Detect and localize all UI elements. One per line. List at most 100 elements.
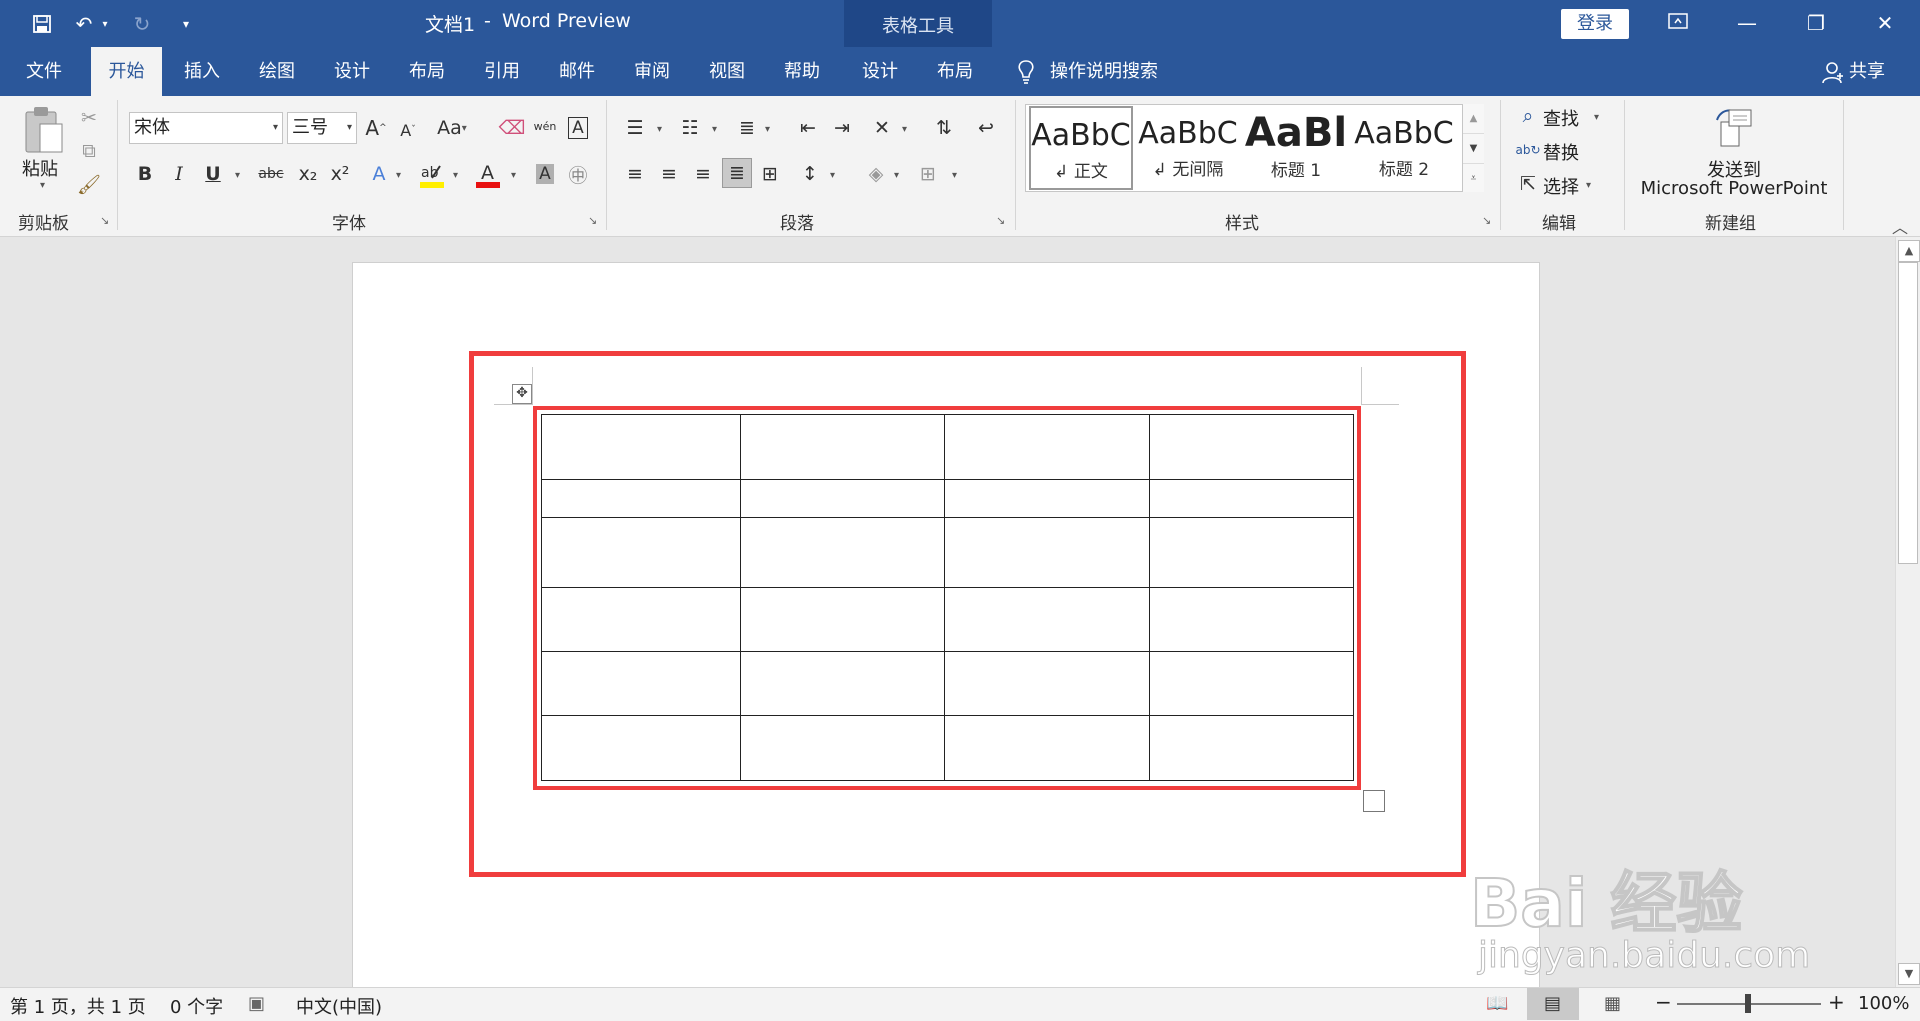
- clear-formatting-icon[interactable]: ⌫: [498, 114, 526, 142]
- scroll-down-icon[interactable]: ▼: [1898, 963, 1920, 985]
- italic-button[interactable]: I: [165, 160, 193, 188]
- replace-button[interactable]: 替换: [1543, 139, 1579, 165]
- table-cell[interactable]: [1149, 651, 1354, 717]
- line-spacing-icon[interactable]: ↕: [796, 160, 824, 188]
- chinese-layout-dropdown-icon[interactable]: ▾: [902, 124, 907, 135]
- undo-icon[interactable]: ↶: [70, 10, 98, 38]
- styles-scroll-down-icon[interactable]: ▼: [1463, 133, 1484, 163]
- highlight-icon[interactable]: ab: [418, 160, 446, 190]
- increase-indent-icon[interactable]: ⇥: [828, 114, 856, 142]
- minimize-icon[interactable]: —: [1724, 8, 1770, 38]
- grow-font-icon[interactable]: A ^: [362, 114, 390, 142]
- chinese-layout-icon[interactable]: ✕: [868, 114, 896, 142]
- bold-button[interactable]: B: [131, 160, 159, 188]
- shading-icon[interactable]: ◈: [862, 160, 890, 188]
- bullets-icon[interactable]: ☰: [621, 114, 649, 142]
- select-dropdown-icon[interactable]: ▾: [1586, 180, 1591, 191]
- align-right-icon[interactable]: ≡: [689, 160, 717, 188]
- decrease-indent-icon[interactable]: ⇤: [794, 114, 822, 142]
- underline-button[interactable]: U: [199, 160, 227, 188]
- table-cell[interactable]: [541, 478, 741, 519]
- font-name-combo[interactable]: 宋体 ▾: [129, 112, 283, 144]
- text-effects-icon[interactable]: A: [365, 160, 393, 188]
- font-color-dropdown-icon[interactable]: ▾: [511, 170, 516, 181]
- enclose-characters-icon[interactable]: ㊥: [564, 160, 592, 188]
- table-cell[interactable]: [944, 478, 1150, 519]
- tab-design[interactable]: 设计: [320, 47, 384, 96]
- table-cell[interactable]: [740, 517, 945, 589]
- multilevel-list-icon[interactable]: ≣: [733, 114, 761, 142]
- zoom-in-button[interactable]: +: [1828, 990, 1845, 1014]
- table-cell[interactable]: [541, 414, 741, 480]
- share-button[interactable]: 共享: [1849, 47, 1889, 96]
- scroll-up-icon[interactable]: ▲: [1898, 240, 1920, 262]
- table-cell[interactable]: [1149, 587, 1354, 653]
- table-move-handle-icon[interactable]: ✥: [512, 384, 532, 404]
- font-launcher-icon[interactable]: ↘: [588, 215, 600, 227]
- borders-dropdown-icon[interactable]: ▾: [952, 170, 957, 181]
- table-cell[interactable]: [740, 414, 945, 480]
- font-size-combo[interactable]: 三号 ▾: [287, 112, 357, 144]
- style-normal[interactable]: AaBbC ↲ 正文: [1029, 106, 1133, 190]
- shrink-font-icon[interactable]: Aˇ: [394, 116, 422, 144]
- style-no-spacing[interactable]: AaBbC ↲ 无间隔: [1136, 106, 1240, 190]
- table-cell[interactable]: [944, 715, 1150, 781]
- table-cell[interactable]: [1149, 478, 1354, 519]
- styles-scroll-up-icon[interactable]: ▲: [1463, 104, 1484, 133]
- table-cell[interactable]: [541, 715, 741, 781]
- strikethrough-button[interactable]: abc: [253, 160, 289, 188]
- bullets-dropdown-icon[interactable]: ▾: [657, 124, 662, 135]
- proofing-icon[interactable]: ▣: [248, 993, 265, 1014]
- scroll-thumb[interactable]: [1898, 262, 1918, 564]
- table-cell[interactable]: [740, 587, 945, 653]
- paste-dropdown-icon[interactable]: ▾: [40, 180, 45, 191]
- find-button[interactable]: 查找: [1543, 105, 1579, 131]
- borders-icon[interactable]: ⊞: [914, 160, 942, 188]
- table-cell[interactable]: [1149, 715, 1354, 781]
- font-color-icon[interactable]: A: [474, 160, 502, 190]
- table-cell[interactable]: [740, 478, 945, 519]
- paste-icon[interactable]: [22, 104, 66, 156]
- tell-me-search[interactable]: 操作说明搜索: [1050, 47, 1170, 96]
- numbering-dropdown-icon[interactable]: ▾: [712, 124, 717, 135]
- table-cell[interactable]: [541, 587, 741, 653]
- table-cell[interactable]: [1149, 517, 1354, 589]
- tab-mailings[interactable]: 邮件: [545, 47, 609, 96]
- numbering-icon[interactable]: ☷: [676, 114, 704, 142]
- document-table[interactable]: [541, 414, 1354, 781]
- tab-review[interactable]: 审阅: [620, 47, 684, 96]
- styles-launcher-icon[interactable]: ↘: [1482, 215, 1494, 227]
- select-button[interactable]: 选择: [1543, 173, 1579, 199]
- align-center-icon[interactable]: ≡: [655, 160, 683, 188]
- tab-layout[interactable]: 布局: [395, 47, 459, 96]
- table-cell[interactable]: [1149, 414, 1354, 480]
- tab-table-design[interactable]: 设计: [847, 47, 913, 96]
- style-heading-2[interactable]: AaBbC 标题 2: [1352, 106, 1456, 190]
- format-painter-icon[interactable]: 🖌: [75, 170, 103, 198]
- underline-dropdown-icon[interactable]: ▾: [235, 170, 240, 181]
- change-case-button[interactable]: Aa ▾: [434, 114, 470, 142]
- select-cursor-icon[interactable]: ⇱: [1514, 170, 1542, 198]
- cut-icon[interactable]: ✂: [75, 104, 103, 132]
- subscript-button[interactable]: x₂: [294, 160, 322, 188]
- restore-icon[interactable]: ❐: [1793, 8, 1839, 38]
- tab-insert[interactable]: 插入: [170, 47, 234, 96]
- ribbon-display-options-icon[interactable]: [1655, 8, 1701, 38]
- show-marks-icon[interactable]: ↩: [972, 114, 1000, 142]
- tab-draw[interactable]: 绘图: [245, 47, 309, 96]
- justify-icon[interactable]: ≣: [722, 158, 752, 188]
- undo-dropdown-icon[interactable]: ▾: [98, 10, 112, 38]
- phonetic-guide-icon[interactable]: wén: [531, 112, 559, 140]
- replace-icon[interactable]: ab↻: [1514, 136, 1542, 164]
- page-count[interactable]: 第 1 页，共 1 页: [10, 993, 146, 1019]
- tab-home[interactable]: 开始: [91, 47, 162, 96]
- share-person-icon[interactable]: [1821, 60, 1845, 84]
- multilevel-dropdown-icon[interactable]: ▾: [765, 124, 770, 135]
- tab-table-layout[interactable]: 布局: [922, 47, 988, 96]
- line-spacing-dropdown-icon[interactable]: ▾: [830, 170, 835, 181]
- paragraph-launcher-icon[interactable]: ↘: [996, 215, 1008, 227]
- collapse-ribbon-icon[interactable]: ︿: [1892, 214, 1908, 238]
- tab-file[interactable]: 文件: [12, 47, 76, 96]
- table-cell[interactable]: [944, 587, 1150, 653]
- highlight-dropdown-icon[interactable]: ▾: [453, 170, 458, 181]
